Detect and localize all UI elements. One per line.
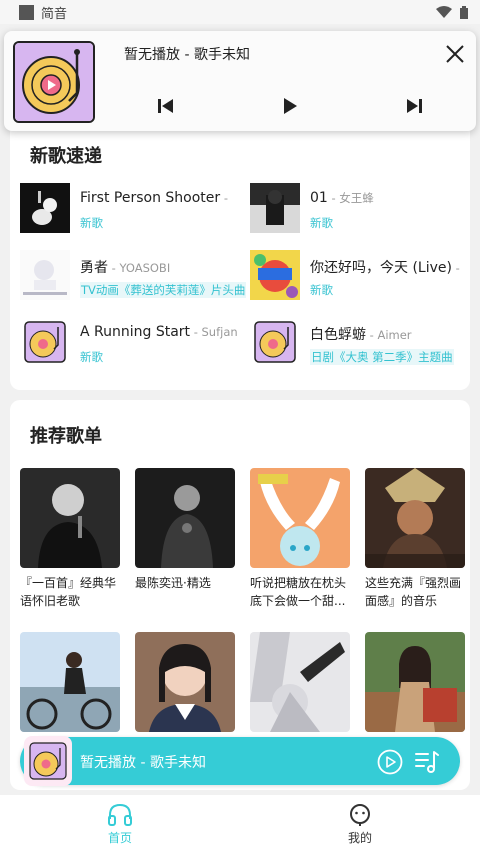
song-cover [250, 250, 300, 300]
playlist-cover [250, 632, 350, 732]
app-icon [19, 4, 34, 20]
playlists-title: 推荐歌单 [30, 426, 102, 447]
bottom-nav: 首页 我的 [0, 795, 480, 855]
song-name: A Running Start - Sufjan [80, 324, 238, 340]
status-app-name: 简音 [41, 6, 68, 22]
notification-title: 暂无播放 - 歌手未知 [124, 47, 250, 63]
playlists-card: 推荐歌单 『一百首』经典华语怀旧老歌 最陈奕迅·精选 听说把糖放在枕头底下会做一… [10, 400, 470, 790]
song-item[interactable]: A Running Start - Sufjan 新歌 [20, 317, 245, 369]
song-item[interactable]: 白色蜉蝣 - Aimer 日剧《大奥 第二季》主题曲 [250, 317, 475, 369]
playlist-cover [250, 468, 350, 568]
song-cover [250, 183, 300, 233]
playlist-item[interactable]: 听说把糖放在枕头底下会做一个甜... [250, 468, 350, 610]
song-cover [250, 317, 300, 367]
song-name: First Person Shooter - [80, 190, 228, 206]
song-tag: 新歌 [310, 283, 333, 297]
playlist-caption: 最陈奕迅·精选 [135, 576, 211, 590]
media-notification[interactable]: 暂无播放 - 歌手未知 [4, 31, 476, 131]
next-icon[interactable] [402, 94, 426, 118]
play-circle-icon[interactable] [377, 749, 403, 775]
playlist-cover [365, 468, 465, 568]
playlist-caption: 这些充满『强烈画面感』的音乐 [365, 576, 462, 608]
nav-mine[interactable]: 我的 [240, 795, 480, 855]
song-tag: 新歌 [80, 216, 103, 230]
song-name: 你还好吗，今天 (Live) - [310, 260, 460, 276]
nav-mine-label: 我的 [347, 831, 372, 845]
playlist-item[interactable] [20, 632, 120, 732]
status-bar: 简音 [0, 0, 480, 24]
mini-player-title: 暂无播放 - 歌手未知 [80, 755, 206, 771]
song-name: 勇者 - YOASOBI [80, 260, 171, 276]
playlist-item[interactable] [250, 632, 350, 732]
playlist-caption: 听说把糖放在枕头底下会做一个甜... [250, 576, 347, 608]
mini-player-album-art [24, 736, 72, 786]
song-tag: 新歌 [310, 216, 333, 230]
song-name: 白色蜉蝣 - Aimer [310, 327, 412, 343]
playlist-cover [135, 468, 235, 568]
battery-icon [460, 5, 468, 19]
profile-icon [350, 804, 370, 826]
play-icon[interactable] [278, 94, 302, 118]
playlist-cover [365, 632, 465, 732]
mini-player[interactable]: 暂无播放 - 歌手未知 [20, 736, 460, 786]
headphones-icon [108, 803, 132, 826]
playlist-cover [20, 632, 120, 732]
close-icon[interactable] [444, 43, 466, 65]
song-cover [20, 317, 70, 367]
song-tag: 新歌 [80, 350, 103, 364]
playlist-item[interactable] [135, 632, 235, 732]
song-name: 01 - 女王蜂 [310, 190, 374, 206]
playlist-item[interactable]: 这些充满『强烈画面感』的音乐 [365, 468, 465, 610]
playlist-item[interactable]: 『一百首』经典华语怀旧老歌 [20, 468, 120, 610]
playlist-queue-icon[interactable] [414, 749, 440, 775]
nav-home[interactable]: 首页 [0, 795, 240, 855]
song-tag: 日剧《大奥 第二季》主题曲 [310, 349, 454, 365]
song-item[interactable]: 勇者 - YOASOBI TV动画《葬送的芙莉莲》片头曲 [20, 250, 247, 302]
new-songs-card: 新歌速递 First Person Shooter - 新歌 01 - 女王蜂 … [10, 120, 470, 390]
playlist-item[interactable]: 最陈奕迅·精选 [135, 468, 235, 592]
playlist-cover [20, 468, 120, 568]
playlist-caption: 『一百首』经典华语怀旧老歌 [20, 576, 117, 608]
new-songs-title: 新歌速递 [30, 146, 102, 167]
song-item[interactable]: 01 - 女王蜂 新歌 [250, 183, 475, 235]
song-tag: TV动画《葬送的芙莉莲》片头曲 [80, 282, 247, 298]
song-item[interactable]: 你还好吗，今天 (Live) - 新歌 [250, 250, 475, 302]
playlist-item[interactable] [365, 632, 465, 732]
playlist-cover [135, 632, 235, 732]
previous-icon[interactable] [154, 94, 178, 118]
wifi-icon [436, 6, 452, 18]
nav-home-label: 首页 [107, 831, 132, 845]
notification-album-art [13, 41, 95, 123]
song-cover [20, 250, 70, 300]
song-cover [20, 183, 70, 233]
song-item[interactable]: First Person Shooter - 新歌 [20, 183, 245, 235]
